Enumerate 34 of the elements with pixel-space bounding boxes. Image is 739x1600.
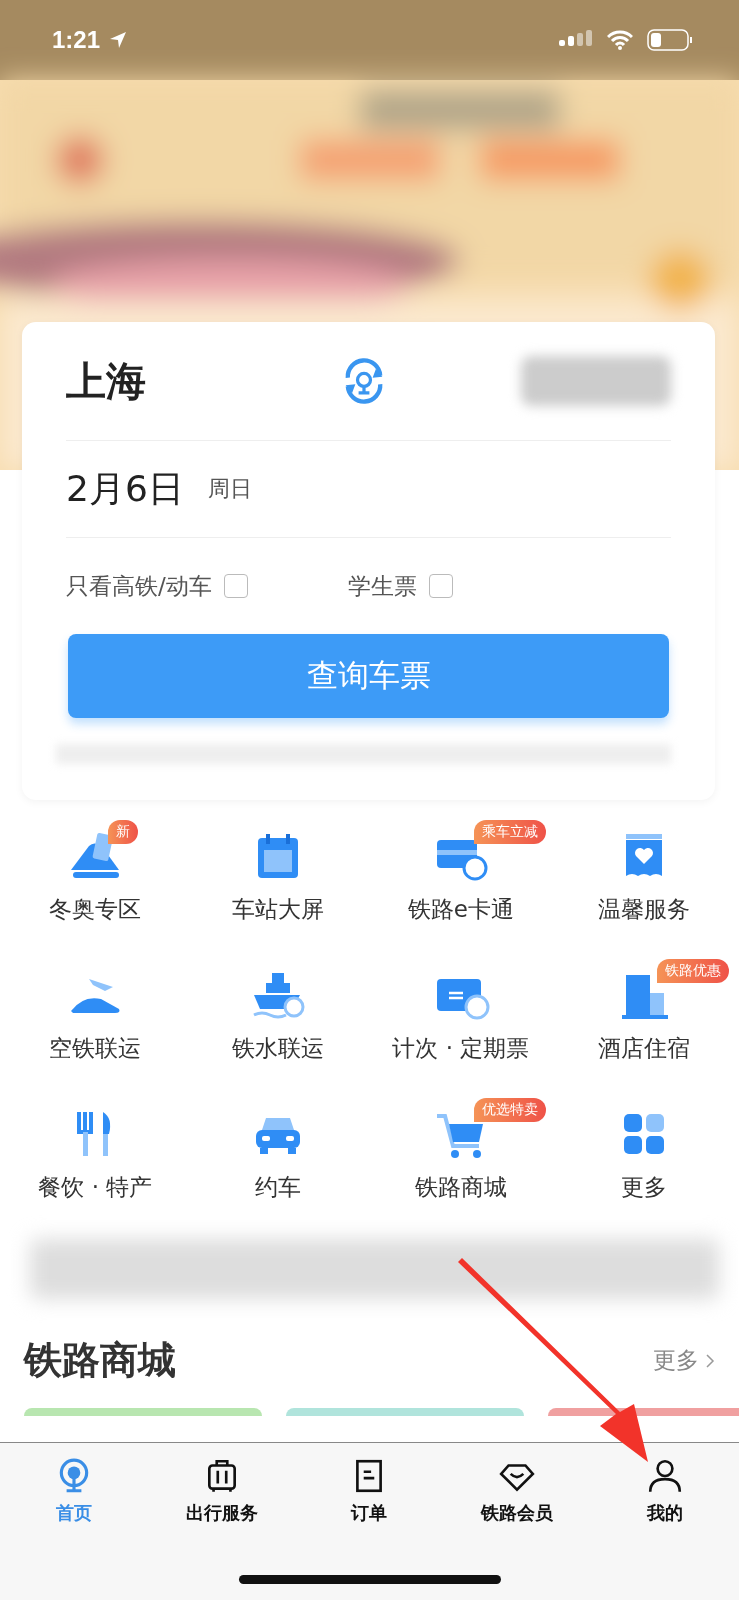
promo-badge: 乘车立减 (473, 820, 546, 844)
battery-icon (647, 29, 693, 51)
tab[interactable]: 出行服务 (147, 1457, 296, 1525)
promo-badge: 新 (108, 820, 139, 844)
service-label[interactable]: 温馨服务 (597, 894, 690, 925)
chevron-icon[interactable] (705, 1352, 715, 1369)
service-label[interactable]: 约车 (255, 1172, 302, 1203)
service-label[interactable]: 冬奥专区 (49, 894, 142, 925)
wifi-icon (607, 30, 633, 50)
option-label: 只看高铁/动车 (66, 571, 212, 601)
tab[interactable]: 订单 (295, 1457, 444, 1525)
promo-badge: 铁路优惠 (656, 959, 729, 983)
service-label[interactable]: 酒店住宿 (597, 1033, 690, 1064)
service-label[interactable]: 铁路商城 (414, 1172, 507, 1203)
service-label[interactable]: 铁路e卡通 (407, 894, 514, 925)
weekday: 周日 (207, 475, 252, 503)
promo-badge: 优选特卖 (473, 1098, 546, 1122)
status-time: 1:21 (52, 26, 101, 54)
checkbox[interactable] (223, 574, 248, 598)
section-title: 铁路商城 (24, 1337, 177, 1384)
service-label[interactable]: 车站大屏 (232, 894, 325, 925)
location-icon (108, 30, 129, 50)
option-label: 学生票 (347, 571, 417, 601)
departure-city[interactable]: 上海 (66, 353, 337, 409)
service-label[interactable]: 铁水联运 (232, 1033, 325, 1064)
checkbox[interactable] (428, 574, 453, 598)
service-label[interactable]: 计次 · 定期票 (392, 1033, 530, 1064)
tab[interactable]: 铁路会员 (443, 1457, 592, 1525)
service-label[interactable]: 更多 (620, 1172, 667, 1203)
service-label[interactable]: 空铁联运 (49, 1033, 142, 1064)
more-link[interactable]: 更多 (653, 1345, 699, 1376)
tab[interactable]: 我的 (591, 1457, 739, 1525)
travel-date[interactable]: 2月6日 (66, 464, 184, 514)
service-label[interactable]: 餐饮 · 特产 (38, 1172, 153, 1203)
